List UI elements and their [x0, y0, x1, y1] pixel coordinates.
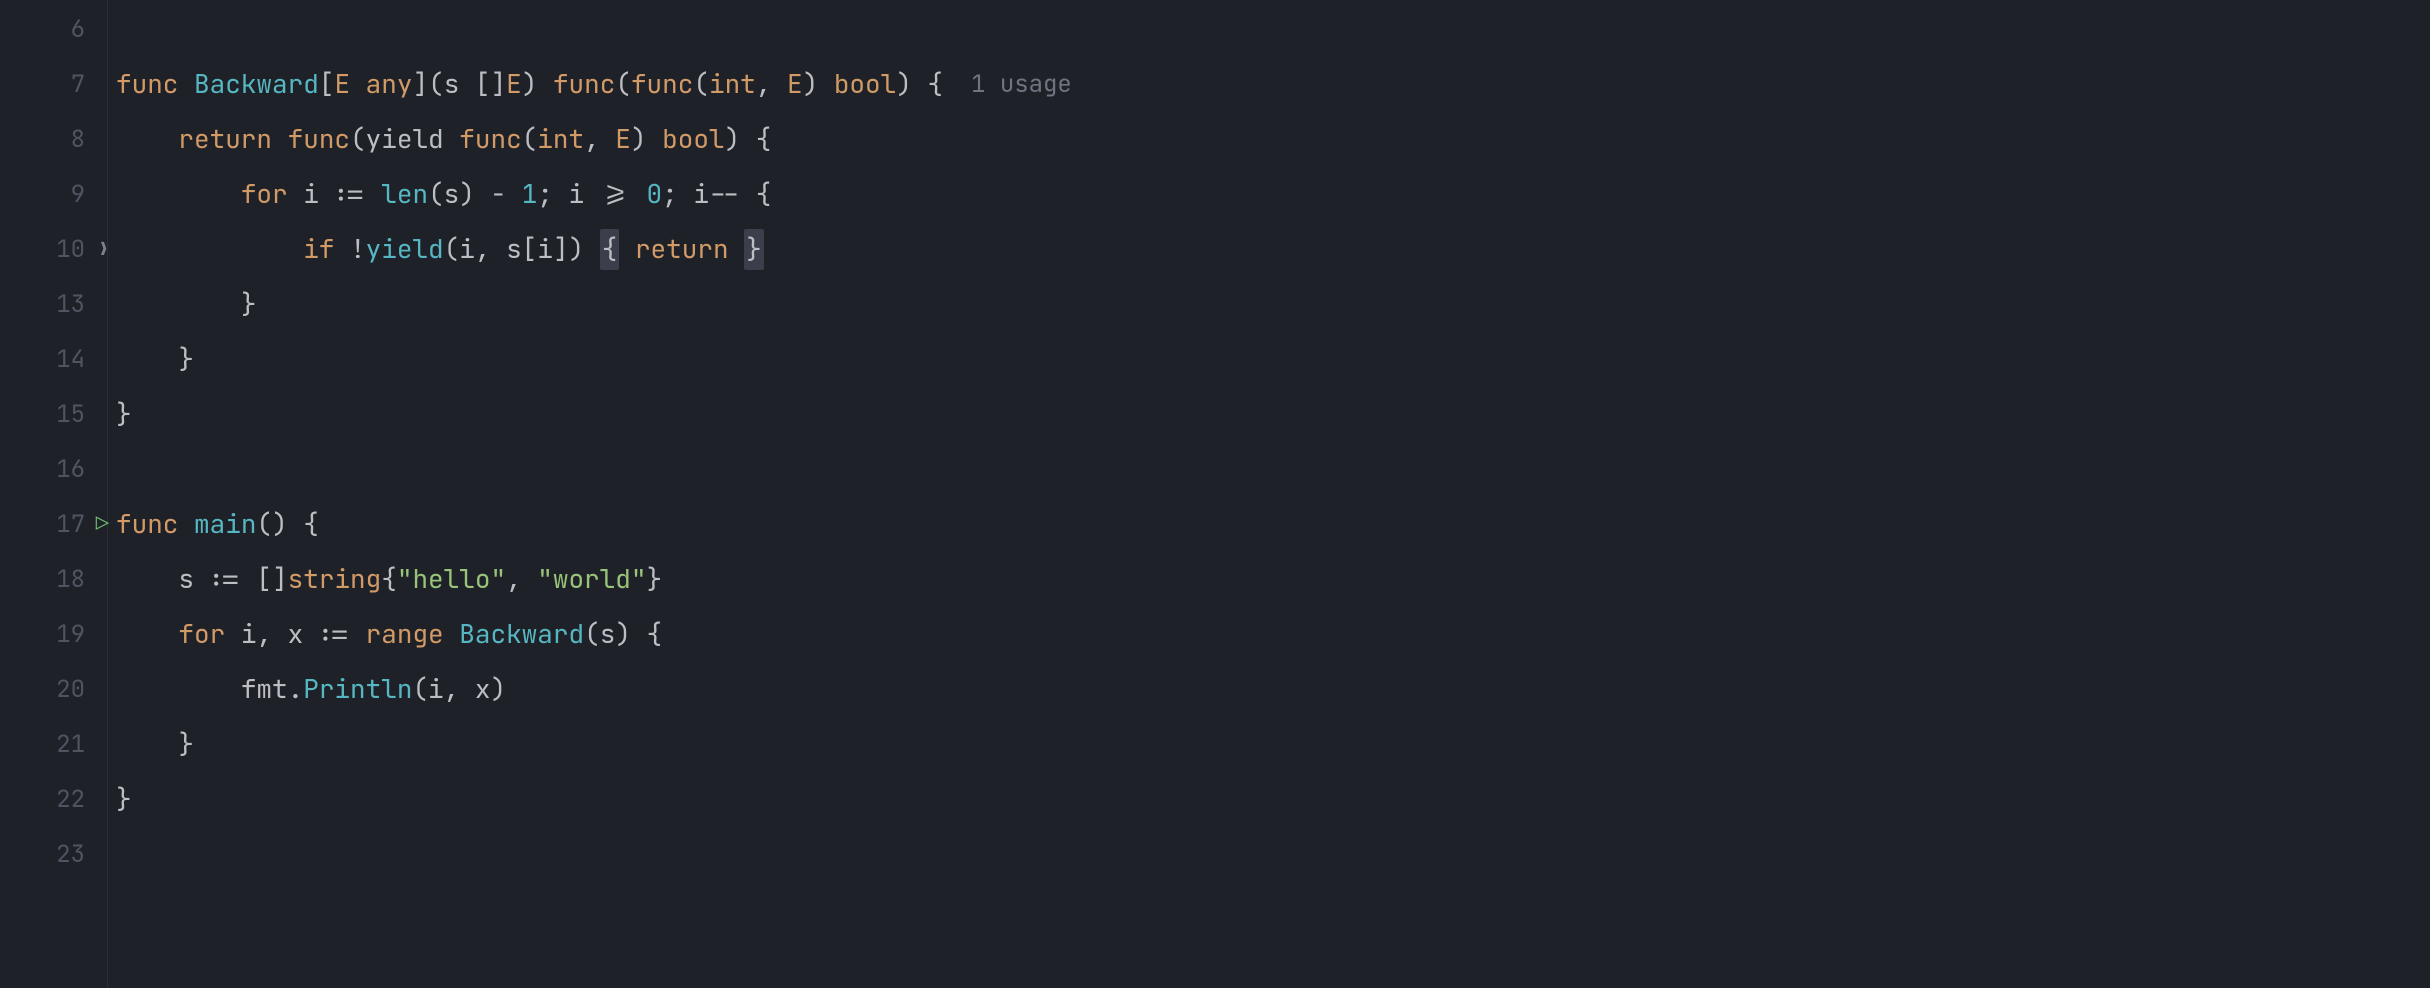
gutter-row[interactable]: 21 [0, 717, 107, 772]
gutter-row[interactable]: 13 [0, 277, 107, 332]
line-number: 22 [56, 781, 85, 818]
line-number: 14 [56, 341, 85, 378]
code-line[interactable]: } [116, 332, 2430, 387]
gutter-row[interactable]: 10❯ [0, 222, 107, 277]
line-number: 17 [56, 506, 85, 543]
code-line[interactable]: } [116, 717, 2430, 772]
line-number: 13 [56, 286, 85, 323]
gutter-row[interactable]: 15 [0, 387, 107, 442]
func-name: Backward [194, 64, 319, 104]
code-line[interactable]: return func(yield func(int, E) bool) { [116, 112, 2430, 167]
code-editor: 6 7 8 9 10❯ 13 14 15 16 17▷ 18 19 20 21 22 23 func Back… [0, 0, 2430, 988]
keyword-func: func [116, 64, 178, 104]
line-number: 20 [56, 671, 85, 708]
gutter-row[interactable]: 22 [0, 772, 107, 827]
gutter-row[interactable]: 23 [0, 827, 107, 882]
line-number: 23 [56, 836, 85, 873]
code-line[interactable]: for i, x := range Backward(s) { [116, 607, 2430, 662]
code-line[interactable]: if !yield(i, s[i]) { return } [116, 222, 2430, 277]
code-line[interactable] [116, 2, 2430, 57]
code-line[interactable]: } [116, 772, 2430, 827]
code-line[interactable]: fmt.Println(i, x) [116, 662, 2430, 717]
code-line[interactable]: } [116, 277, 2430, 332]
code-line[interactable]: for i := len(s) - 1; i >= 0; i-- { [116, 167, 2430, 222]
gutter-row[interactable]: 7 [0, 57, 107, 112]
code-area[interactable]: func Backward[E any](s []E) func(func(in… [108, 0, 2430, 988]
line-number: 10 [56, 231, 85, 268]
gutter-row[interactable]: 9 [0, 167, 107, 222]
line-number: 6 [71, 11, 85, 48]
gutter-row[interactable]: 8 [0, 112, 107, 167]
gutter-row[interactable]: 20 [0, 662, 107, 717]
code-line[interactable]: func Backward[E any](s []E) func(func(in… [116, 57, 2430, 112]
gutter-row[interactable]: 17▷ [0, 497, 107, 552]
line-number: 15 [56, 396, 85, 433]
line-number: 8 [71, 121, 85, 158]
code-line[interactable]: s := []string{"hello", "world"} [116, 552, 2430, 607]
gutter-row[interactable]: 19 [0, 607, 107, 662]
gutter-row[interactable]: 14 [0, 332, 107, 387]
line-number: 21 [56, 726, 85, 763]
line-number: 19 [56, 616, 85, 653]
gutter-row[interactable]: 16 [0, 442, 107, 497]
func-name: main [194, 504, 256, 544]
code-line[interactable] [116, 827, 2430, 882]
line-number: 18 [56, 561, 85, 598]
gutter: 6 7 8 9 10❯ 13 14 15 16 17▷ 18 19 20 21 22 23 [0, 0, 108, 988]
line-number: 16 [56, 451, 85, 488]
code-line[interactable]: func main() { [116, 497, 2430, 552]
folded-brace-open[interactable]: { [600, 229, 620, 269]
line-number: 7 [71, 66, 85, 103]
code-line[interactable]: } [116, 387, 2430, 442]
gutter-row[interactable]: 6 [0, 2, 107, 57]
gutter-row[interactable]: 18 [0, 552, 107, 607]
folded-brace-close[interactable]: } [744, 229, 764, 269]
usage-hint[interactable]: 1 usage [971, 66, 1072, 103]
code-line[interactable] [116, 442, 2430, 497]
line-number: 9 [71, 176, 85, 213]
